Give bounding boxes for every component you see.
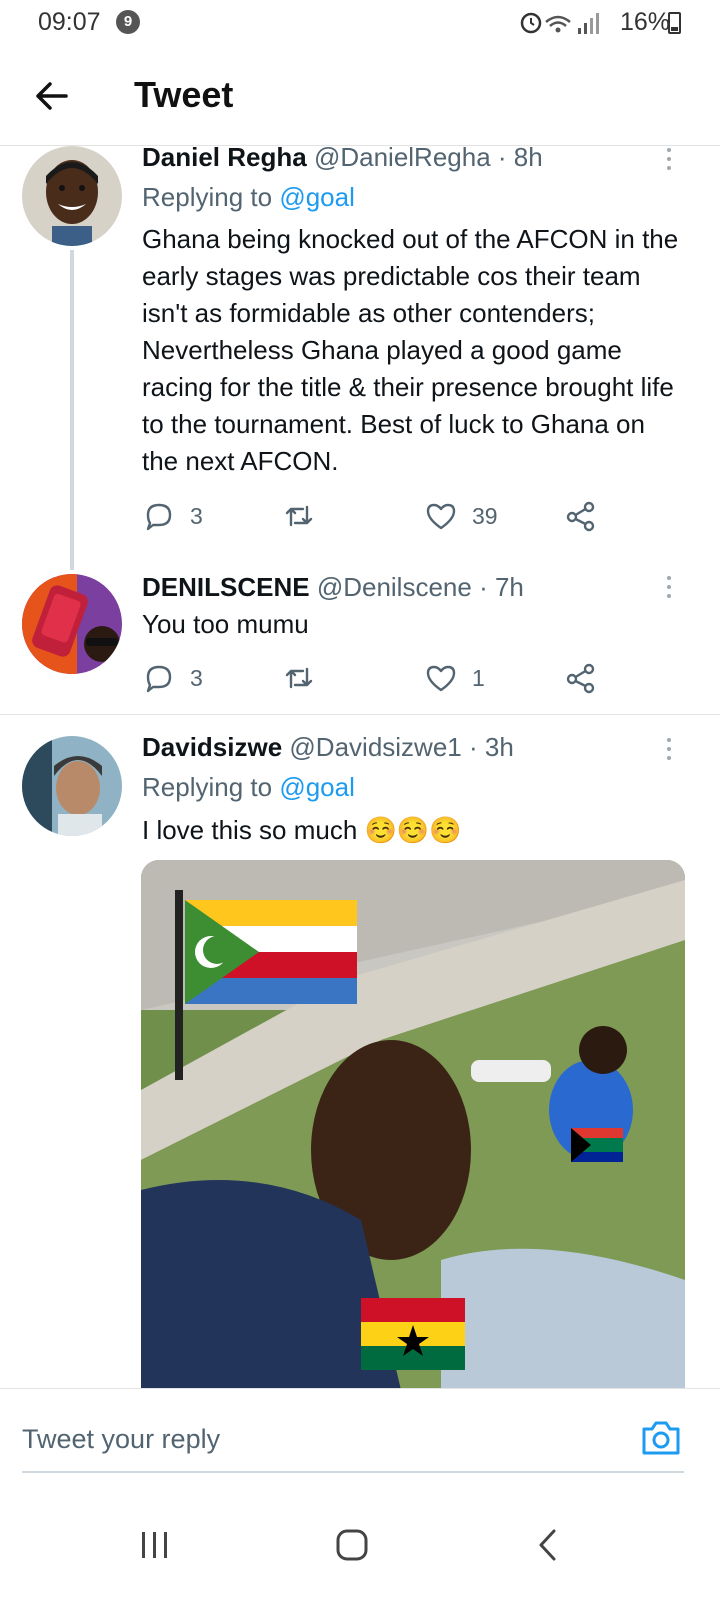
home-icon[interactable] [327, 1520, 377, 1570]
like-button[interactable]: 1 [424, 660, 485, 696]
author-handle[interactable]: @Denilscene [317, 572, 472, 602]
like-button[interactable]: 39 [424, 498, 498, 534]
tweet-daniel-regha[interactable]: Daniel Regha @DanielRegha · 8h Replying … [0, 142, 720, 570]
thread-line [70, 250, 74, 570]
composer-underline [22, 1471, 684, 1473]
author-name[interactable]: Davidsizwe [142, 732, 282, 762]
reply-icon [146, 503, 172, 531]
author-name[interactable]: Daniel Regha [142, 142, 307, 172]
tweet-time: · 7h [479, 572, 524, 602]
page-title: Tweet [134, 74, 234, 115]
status-icons [520, 12, 599, 34]
avatar[interactable] [22, 146, 122, 246]
notification-count-badge: 9 [116, 10, 140, 34]
like-icon [426, 665, 456, 692]
author-handle[interactable]: @Davidsizwe1 [289, 732, 461, 762]
like-count: 39 [472, 502, 498, 529]
tweet-text: You too mumu [142, 609, 309, 639]
ghana-flag [361, 1298, 465, 1370]
mention-link[interactable]: @goal [279, 772, 355, 802]
tweet-denilscene[interactable]: DENILSCENE @Denilscene · 7h You too mumu… [0, 572, 720, 714]
avatar[interactable] [22, 736, 122, 836]
retweet-icon [285, 505, 313, 527]
share-icon [566, 501, 595, 532]
retweet-icon [285, 667, 313, 689]
replying-label: Replying to [142, 772, 273, 802]
reply-input[interactable] [22, 1417, 622, 1461]
author-handle[interactable]: @DanielRegha [314, 142, 491, 172]
camera-icon[interactable] [640, 1419, 682, 1457]
more-icon[interactable] [664, 738, 674, 764]
avatar[interactable] [22, 574, 122, 674]
replying-label: Replying to [142, 182, 273, 212]
more-icon[interactable] [664, 576, 674, 602]
tweet-header: Daniel Regha @DanielRegha · 8h [142, 142, 543, 173]
like-icon [426, 503, 456, 530]
tweet-time: · 8h [497, 142, 543, 172]
more-icon[interactable] [664, 148, 674, 174]
author-name[interactable]: DENILSCENE [142, 572, 310, 602]
recent-apps-icon[interactable] [130, 1520, 180, 1570]
tweet-header: Davidsizwe @Davidsizwe1 · 3h [142, 732, 514, 763]
share-button[interactable] [564, 498, 598, 534]
reply-count: 3 [190, 664, 203, 691]
tweet-text: I love this so much ☺️☺️☺️ [142, 815, 462, 845]
system-nav-bar [0, 1490, 720, 1600]
tweet-divider [0, 714, 720, 715]
comoros-flag [185, 900, 357, 1004]
reply-button[interactable]: 3 [142, 660, 203, 696]
south-africa-flag [571, 1128, 623, 1162]
back-arrow-icon[interactable] [30, 74, 74, 118]
reply-count: 3 [190, 502, 203, 529]
retweet-button[interactable] [282, 660, 316, 696]
status-bar: 09:07 9 16% [0, 0, 720, 46]
tweet-text: Ghana being knocked out of the AFCON in … [142, 224, 679, 476]
reply-composer [0, 1388, 720, 1488]
tweet-actions: 3 1 [142, 660, 662, 696]
app-header: Tweet [0, 50, 720, 146]
retweet-button[interactable] [282, 498, 316, 534]
tweet-actions: 3 39 [142, 498, 662, 534]
status-time: 09:07 [38, 8, 101, 36]
reply-icon [146, 665, 172, 693]
tweet-header: DENILSCENE @Denilscene · 7h [142, 572, 524, 603]
share-icon [566, 663, 595, 694]
battery-icon [668, 12, 681, 34]
tweet-media-image[interactable] [141, 860, 685, 1390]
share-button[interactable] [564, 660, 598, 696]
like-count: 1 [472, 664, 485, 691]
mention-link[interactable]: @goal [279, 182, 355, 212]
replying-to: Replying to @goal [142, 772, 355, 803]
battery-percent: 16% [619, 8, 670, 36]
back-nav-icon[interactable] [524, 1520, 574, 1570]
reply-button[interactable]: 3 [142, 498, 203, 534]
replying-to: Replying to @goal [142, 182, 355, 213]
tweet-time: · 3h [468, 732, 514, 762]
